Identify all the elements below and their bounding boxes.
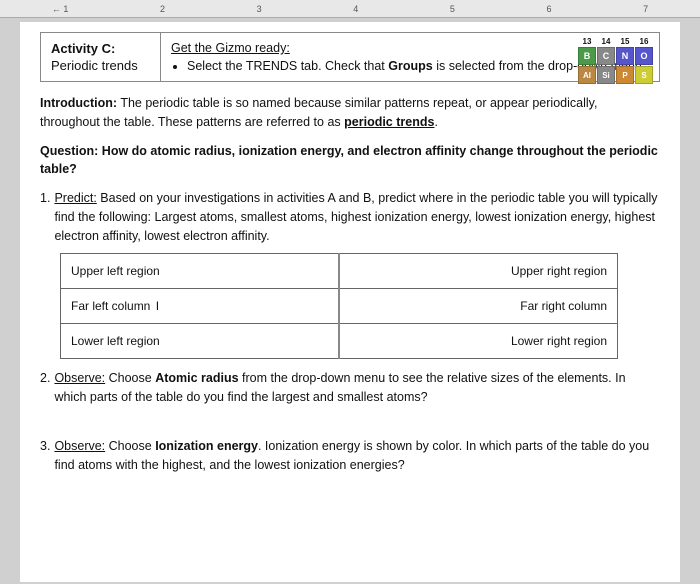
upper-left-cell[interactable]: Upper left region bbox=[61, 254, 340, 289]
pt-cell-P: P bbox=[616, 66, 634, 84]
introduction-section: Introduction: The periodic table is so n… bbox=[40, 94, 660, 132]
periodic-table-mini: 13 14 15 16 B C N O Al Si P S bbox=[578, 37, 653, 84]
far-right-cell[interactable]: Far right column bbox=[339, 289, 618, 324]
table-row: Lower left region Lower right region bbox=[61, 324, 618, 359]
question-text: Question: How do atomic radius, ionizati… bbox=[40, 144, 658, 177]
upper-right-cell[interactable]: Upper right region bbox=[339, 254, 618, 289]
item-1-label: Predict: bbox=[54, 191, 96, 205]
far-left-cell[interactable]: Far left column I bbox=[61, 289, 340, 324]
question-section: Question: How do atomic radius, ionizati… bbox=[40, 142, 660, 180]
upper-left-label: Upper left region bbox=[71, 264, 160, 278]
item-2-number: 2. bbox=[40, 369, 50, 388]
pt-cell-B: B bbox=[578, 47, 596, 65]
activity-subtitle: Periodic trends bbox=[51, 58, 150, 73]
activity-label: Activity C: bbox=[51, 41, 150, 56]
pt-cell-Si: Si bbox=[597, 66, 615, 84]
intro-text: The periodic table is so named because s… bbox=[40, 96, 597, 129]
pt-row1: B C N O bbox=[578, 47, 653, 65]
pt-cell-O: O bbox=[635, 47, 653, 65]
upper-right-label: Upper right region bbox=[511, 264, 607, 278]
lower-left-label: Lower left region bbox=[71, 334, 160, 348]
predict-table: Upper left region Upper right region Far… bbox=[60, 253, 618, 359]
lower-left-cell[interactable]: Lower left region bbox=[61, 324, 340, 359]
ruler: ← 1 2 3 4 5 6 7 bbox=[0, 0, 700, 18]
activity-box: Activity C: Periodic trends Get the Gizm… bbox=[40, 32, 660, 82]
item-3-number: 3. bbox=[40, 437, 50, 456]
item-3: 3. Observe: Choose Ionization energy. Io… bbox=[40, 437, 660, 475]
ruler-marks: ← 1 2 3 4 5 6 7 bbox=[6, 4, 694, 14]
pt-cell-S: S bbox=[635, 66, 653, 84]
activity-left: Activity C: Periodic trends bbox=[41, 33, 161, 81]
item-1-body: Based on your investigations in activiti… bbox=[54, 191, 657, 243]
item-2: 2. Observe: Choose Atomic radius from th… bbox=[40, 369, 660, 407]
pt-cell-N: N bbox=[616, 47, 634, 65]
activity-right: Get the Gizmo ready: Select the TRENDS t… bbox=[161, 33, 659, 81]
page: Activity C: Periodic trends Get the Gizm… bbox=[20, 22, 680, 582]
item-1: 1. Predict: Based on your investigations… bbox=[40, 189, 660, 359]
pt-cell-C: C bbox=[597, 47, 615, 65]
far-right-label: Far right column bbox=[520, 299, 607, 313]
item-2-label: Observe: bbox=[54, 371, 105, 385]
far-left-label: Far left column bbox=[71, 299, 150, 313]
lower-right-label: Lower right region bbox=[511, 334, 607, 348]
lower-right-cell[interactable]: Lower right region bbox=[339, 324, 618, 359]
item-1-number: 1. bbox=[40, 189, 50, 208]
table-row: Upper left region Upper right region bbox=[61, 254, 618, 289]
text-cursor: I bbox=[156, 299, 159, 313]
spacer bbox=[40, 417, 660, 437]
periodic-trends-term: periodic trends bbox=[344, 115, 434, 129]
item-3-body: Choose Ionization energy. Ionization ene… bbox=[54, 439, 649, 472]
table-row: Far left column I Far right column bbox=[61, 289, 618, 324]
item-3-label: Observe: bbox=[54, 439, 105, 453]
item-2-body: Choose Atomic radius from the drop-down … bbox=[54, 371, 625, 404]
pt-cell-Al: Al bbox=[578, 66, 596, 84]
intro-bold-label: Introduction: bbox=[40, 96, 117, 110]
pt-row2: Al Si P S bbox=[578, 66, 653, 84]
